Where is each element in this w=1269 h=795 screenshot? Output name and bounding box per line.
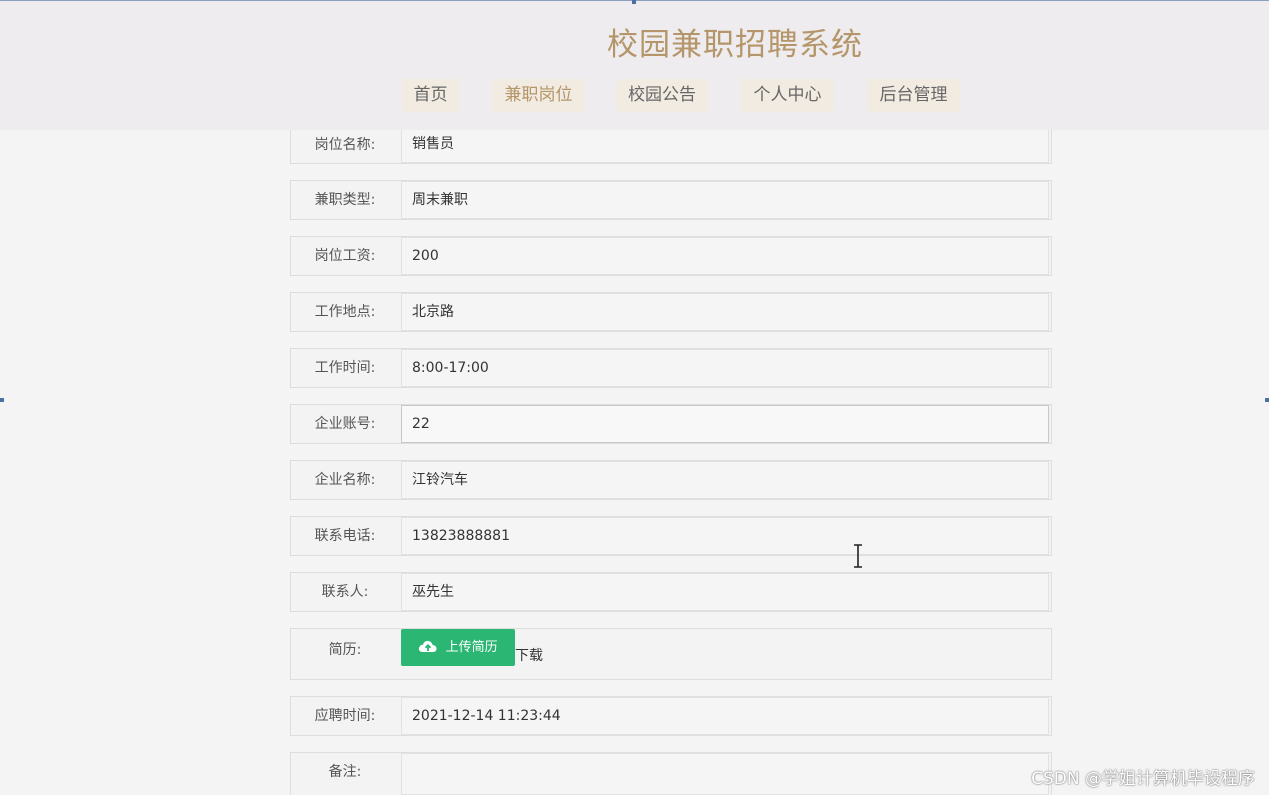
- field-label: 联系人:: [321, 584, 369, 600]
- text-cursor-icon: [854, 544, 862, 568]
- field-value-phone[interactable]: 13823888881: [401, 517, 1049, 555]
- cloud-upload-icon: [419, 640, 437, 652]
- field-row-apply-time: 应聘时间: 2021-12-14 11:23:44: [290, 696, 1052, 736]
- nav-campus-notices[interactable]: 校园公告: [616, 79, 708, 112]
- field-value-company-account[interactable]: 22: [401, 405, 1049, 443]
- field-value-job-name[interactable]: 销售员: [401, 126, 1049, 163]
- field-row-salary: 岗位工资: 200: [290, 236, 1052, 276]
- field-value-company-name[interactable]: 江铃汽车: [401, 461, 1049, 499]
- resize-handle-top: [632, 0, 636, 4]
- field-label: 应聘时间:: [314, 708, 376, 724]
- main-nav: 首页 兼职岗位 校园公告 个人中心 后台管理: [0, 79, 1269, 112]
- field-label: 联系电话:: [314, 528, 376, 544]
- resize-handle-left: [0, 398, 4, 402]
- field-row-remark: 备注:: [290, 752, 1052, 795]
- field-value-salary[interactable]: 200: [401, 237, 1049, 275]
- site-title: 校园兼职招聘系统: [607, 27, 863, 63]
- field-row-phone: 联系电话: 13823888881: [290, 516, 1052, 556]
- field-label: 工作地点:: [314, 304, 376, 320]
- site-header: 校园兼职招聘系统 首页 兼职岗位 校园公告 个人中心 后台管理: [0, 0, 1269, 130]
- upload-resume-button[interactable]: 上传简历: [401, 629, 515, 666]
- field-row-company-account: 企业账号: 22: [290, 404, 1052, 444]
- field-label: 企业名称:: [314, 472, 376, 488]
- field-row-company-name: 企业名称: 江铃汽车: [290, 460, 1052, 500]
- field-label: 企业账号:: [314, 416, 376, 432]
- field-row-work-time: 工作时间: 8:00-17:00: [290, 348, 1052, 388]
- nav-home[interactable]: 首页: [402, 79, 459, 112]
- field-label: 岗位工资:: [314, 248, 376, 264]
- field-value-apply-time[interactable]: 2021-12-14 11:23:44: [401, 697, 1049, 735]
- field-row-resume: 简历: 上传简历 下载: [290, 628, 1052, 680]
- field-row-work-location: 工作地点: 北京路: [290, 292, 1052, 332]
- field-row-job-type: 兼职类型: 周末兼职: [290, 180, 1052, 220]
- field-value-contact-person[interactable]: 巫先生: [401, 573, 1049, 611]
- upload-resume-label: 上传简历: [445, 640, 498, 655]
- field-label: 岗位名称:: [314, 137, 376, 153]
- field-label: 简历:: [328, 642, 362, 658]
- field-label: 兼职类型:: [314, 192, 376, 208]
- nav-admin[interactable]: 后台管理: [867, 79, 960, 112]
- field-value-work-location[interactable]: 北京路: [401, 293, 1049, 331]
- download-resume-link[interactable]: 下载: [515, 645, 543, 665]
- field-value-work-time[interactable]: 8:00-17:00: [401, 349, 1049, 387]
- field-label: 备注:: [328, 764, 362, 780]
- nav-part-time-jobs[interactable]: 兼职岗位: [492, 79, 585, 112]
- resize-handle-right: [1265, 398, 1269, 402]
- field-value-job-type[interactable]: 周末兼职: [401, 181, 1049, 219]
- nav-personal-center[interactable]: 个人中心: [741, 79, 834, 112]
- watermark: CSDN @学姐计算机毕设程序: [1031, 769, 1255, 789]
- field-value-remark[interactable]: [401, 753, 1049, 795]
- field-label: 工作时间:: [314, 360, 376, 376]
- field-row-contact-person: 联系人: 巫先生: [290, 572, 1052, 612]
